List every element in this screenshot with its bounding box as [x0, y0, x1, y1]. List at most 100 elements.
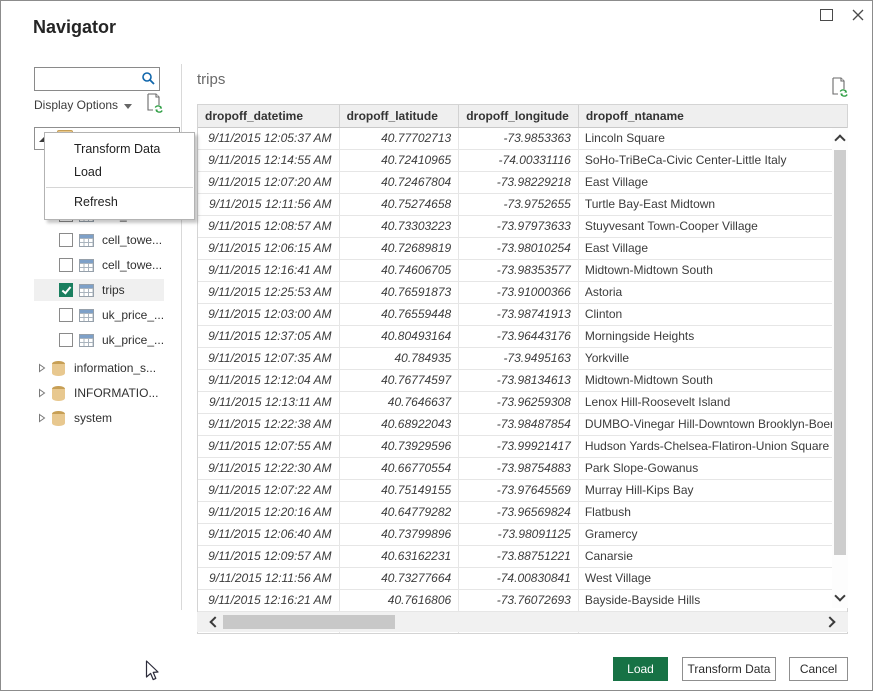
search-input[interactable] — [37, 69, 139, 89]
tree-item-label: uk_price_... — [102, 333, 164, 347]
table-icon — [79, 234, 94, 247]
table-cell: -73.98741913 — [459, 304, 579, 325]
tree-item-label: cell_towe... — [102, 258, 162, 272]
table-row: 9/11/2015 12:06:40 AM40.73799896-73.9809… — [198, 524, 847, 546]
tree-item-cell-towe[interactable]: cell_towe... — [34, 229, 180, 251]
table-cell: -73.9752655 — [459, 194, 579, 215]
menu-item-refresh[interactable]: Refresh — [45, 191, 194, 214]
tree-item-cell-towe[interactable]: cell_towe... — [34, 254, 180, 276]
table-row: 9/11/2015 12:37:05 AM40.80493164-73.9644… — [198, 326, 847, 348]
tree-item-information-s[interactable]: information_s... — [34, 357, 180, 379]
table-cell: Midtown-Midtown South — [579, 260, 847, 281]
menu-separator — [46, 187, 193, 188]
table-cell: -73.96443176 — [459, 326, 579, 347]
checkbox[interactable] — [59, 333, 73, 347]
tree-item-system[interactable]: system — [34, 407, 180, 429]
table-cell: Park Slope-Gowanus — [579, 458, 847, 479]
vertical-scroll-thumb[interactable] — [834, 150, 846, 555]
table-cell: 9/11/2015 12:07:20 AM — [198, 172, 340, 193]
load-button[interactable]: Load — [613, 657, 668, 681]
table-cell: Midtown-Midtown South — [579, 370, 847, 391]
table-cell: Bayside-Bayside Hills — [579, 590, 847, 611]
close-button[interactable] — [848, 5, 868, 25]
search-icon[interactable] — [141, 71, 156, 86]
tree-item-label: INFORMATIO... — [74, 386, 158, 400]
table-row: 9/11/2015 12:07:35 AM40.784935-73.949516… — [198, 348, 847, 370]
checkbox[interactable] — [59, 283, 73, 297]
table-cell: 9/11/2015 12:09:57 AM — [198, 546, 340, 567]
database-icon — [52, 361, 65, 376]
table-cell: -73.98010254 — [459, 238, 579, 259]
table-cell: 40.76591873 — [340, 282, 460, 303]
expand-chevron-icon[interactable] — [38, 363, 46, 373]
table-cell: Flatbush — [579, 502, 847, 523]
table-cell: 9/11/2015 12:03:00 AM — [198, 304, 340, 325]
table-row: 9/11/2015 12:16:41 AM40.74606705-73.9835… — [198, 260, 847, 282]
table-cell: 9/11/2015 12:37:05 AM — [198, 326, 340, 347]
scroll-left-icon[interactable] — [209, 616, 220, 627]
checkbox[interactable] — [59, 308, 73, 322]
refresh-preview-icon[interactable] — [830, 77, 848, 97]
table-cell: 40.7646637 — [340, 392, 460, 413]
table-cell: -74.00830841 — [459, 568, 579, 589]
tree-item-label: system — [74, 411, 112, 425]
table-row: 9/11/2015 12:14:55 AM40.72410965-74.0033… — [198, 150, 847, 172]
checkbox[interactable] — [59, 258, 73, 272]
table-cell: -73.98353577 — [459, 260, 579, 281]
table-row: 9/11/2015 12:13:11 AM40.7646637-73.96259… — [198, 392, 847, 414]
menu-item-transform-data[interactable]: Transform Data — [45, 138, 194, 161]
table-cell: -73.98091125 — [459, 524, 579, 545]
table-cell: SoHo-TriBeCa-Civic Center-Little Italy — [579, 150, 847, 171]
preview-table: dropoff_datetimedropoff_latitudedropoff_… — [197, 104, 848, 634]
table-row: 9/11/2015 12:11:56 AM40.75274658-73.9752… — [198, 194, 847, 216]
table-row: 9/11/2015 12:07:55 AM40.73929596-73.9992… — [198, 436, 847, 458]
table-body: 9/11/2015 12:05:37 AM40.77702713-73.9853… — [198, 128, 847, 633]
horizontal-scrollbar[interactable] — [197, 612, 848, 632]
table-cell: -73.98487854 — [459, 414, 579, 435]
maximize-button[interactable] — [816, 5, 836, 25]
scroll-down-icon[interactable] — [834, 590, 845, 601]
table-icon — [79, 334, 94, 347]
chevron-down-icon — [124, 104, 132, 109]
table-cell: 9/11/2015 12:07:35 AM — [198, 348, 340, 369]
expand-chevron-icon[interactable] — [38, 413, 46, 423]
tree-item-uk-price[interactable]: uk_price_... — [34, 304, 180, 326]
scroll-right-icon[interactable] — [824, 616, 835, 627]
table-cell: 9/11/2015 12:07:55 AM — [198, 436, 340, 457]
table-cell: 40.73303223 — [340, 216, 460, 237]
table-row: 9/11/2015 12:06:15 AM40.72689819-73.9801… — [198, 238, 847, 260]
table-icon — [79, 309, 94, 322]
table-cell: 40.75149155 — [340, 480, 460, 501]
tree-item-informatio[interactable]: INFORMATIO... — [34, 382, 180, 404]
table-cell: 40.63162231 — [340, 546, 460, 567]
expand-chevron-icon[interactable] — [38, 388, 46, 398]
table-cell: East Village — [579, 238, 847, 259]
table-cell: -73.97645569 — [459, 480, 579, 501]
table-row: 9/11/2015 12:07:22 AM40.75149155-73.9764… — [198, 480, 847, 502]
table-cell: Stuyvesant Town-Cooper Village — [579, 216, 847, 237]
tree-item-label: uk_price_... — [102, 308, 164, 322]
table-cell: 40.64779282 — [340, 502, 460, 523]
table-cell: Lincoln Square — [579, 128, 847, 149]
vertical-scrollbar[interactable] — [832, 128, 848, 608]
preview-title: trips — [197, 71, 225, 88]
table-cell: 9/11/2015 12:05:37 AM — [198, 128, 340, 149]
refresh-document-icon[interactable] — [145, 93, 163, 113]
cancel-button[interactable]: Cancel — [789, 657, 848, 681]
menu-item-load[interactable]: Load — [45, 161, 194, 184]
scroll-up-icon[interactable] — [834, 134, 845, 145]
table-cell: -73.9495163 — [459, 348, 579, 369]
table-cell: 9/11/2015 12:20:16 AM — [198, 502, 340, 523]
table-row: 9/11/2015 12:03:00 AM40.76559448-73.9874… — [198, 304, 847, 326]
table-icon — [79, 284, 94, 297]
tree-item-trips[interactable]: trips — [34, 279, 164, 301]
checkbox[interactable] — [59, 233, 73, 247]
table-cell: 40.80493164 — [340, 326, 460, 347]
table-cell: -73.98134613 — [459, 370, 579, 391]
page-title: Navigator — [33, 17, 116, 38]
horizontal-scroll-thumb[interactable] — [223, 615, 395, 629]
tree-item-uk-price[interactable]: uk_price_... — [34, 329, 180, 351]
column-header: dropoff_datetime — [198, 105, 340, 127]
display-options-dropdown[interactable]: Display Options — [34, 98, 132, 112]
transform-data-button[interactable]: Transform Data — [682, 657, 776, 681]
